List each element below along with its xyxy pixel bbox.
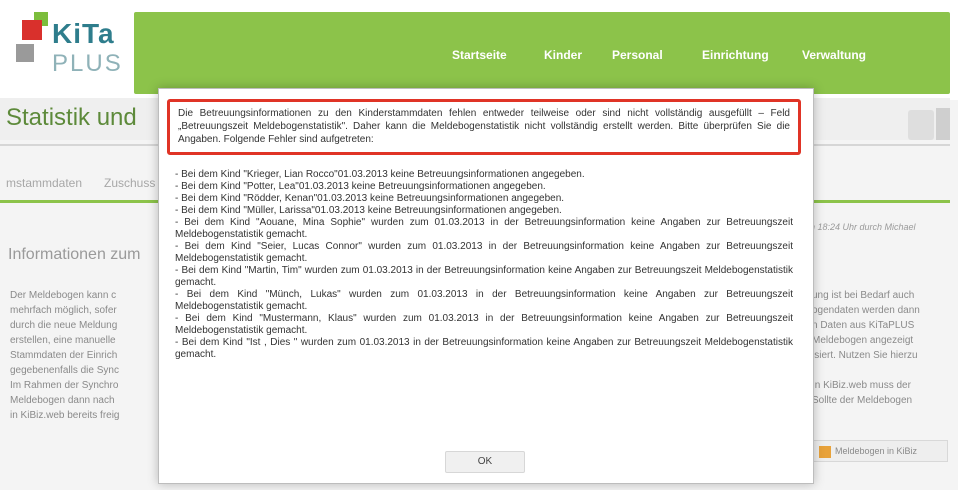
error-summary-box: Die Betreuungsinformationen zu den Kinde… [167,99,801,155]
error-item: - Bei dem Kind "Seier, Lucas Connor" wur… [175,241,793,264]
last-updated-note: n 18:24 Uhr durch Michael [810,222,916,232]
nav-verwaltung[interactable]: Verwaltung [802,48,866,62]
logo-square-red [22,20,42,40]
error-item: - Bei dem Kind "Martin, Tim" wurden zum … [175,265,793,288]
kitaplus-logo[interactable]: KiTa PLUS [8,12,130,82]
error-item: - Bei dem Kind "Ist , Dies " wurden zum … [175,337,793,360]
info-line: isiert. Nutzen Sie hierzu [812,350,918,361]
document-icon[interactable] [908,110,934,140]
error-list: - Bei dem Kind "Krieger, Lian Rocco"01.0… [175,169,793,361]
error-item: - Bei dem Kind "Rödder, Kenan"01.03.2013… [175,193,565,204]
info-line: ogendaten werden dann [812,305,920,316]
info-line: in KiBiz.web bereits freig [10,410,120,421]
error-item: - Bei dem Kind "Krieger, Lian Rocco"01.0… [175,169,585,180]
error-summary-text: Die Betreuungsinformationen zu den Kinde… [178,108,790,145]
logo-text-plus: PLUS [52,50,123,77]
info-line: durch die neue Meldung [10,320,118,331]
info-line: gegebenenfalls die Sync [10,365,119,376]
info-line [812,363,952,378]
app-window: KiTa PLUS Startseite Kinder Personal Ein… [0,0,958,490]
info-line: Der Meldebogen kann c [10,290,117,301]
tab-stammdaten[interactable]: mstammdaten [6,176,82,190]
nav-kinder[interactable]: Kinder [544,48,582,62]
info-line: n Daten aus KiTaPLUS [812,320,915,331]
ok-button[interactable]: OK [445,451,525,473]
info-line: Stammdaten der Einrich [10,350,118,361]
document-icon-edge [936,108,950,140]
meldebogen-kibiz-button[interactable]: Meldebogen in KiBiz [812,440,948,462]
error-item: - Bei dem Kind "Münch, Lukas" wurden zum… [175,289,793,312]
info-line: In KiBiz.web muss der [812,380,911,391]
page-title: Statistik und [6,104,137,131]
logo-square-gray [16,44,34,62]
error-item: - Bei dem Kind "Mustermann, Klaus" wurde… [175,313,793,336]
info-line: Sollte der Meldebogen [812,395,913,406]
nav-personal[interactable]: Personal [612,48,663,62]
info-line: Meldebogen dann nach [10,395,115,406]
error-item: - Bei dem Kind "Aouane, Mina Sophie" wur… [175,217,793,240]
info-line: erstellen, eine manuelle [10,335,116,346]
info-line: mehrfach möglich, sofer [10,305,117,316]
error-dialog: Die Betreuungsinformationen zu den Kinde… [158,88,814,484]
meldebogen-kibiz-label: Meldebogen in KiBiz [835,446,918,456]
error-item: - Bei dem Kind "Müller, Larissa"01.03.20… [175,205,562,216]
error-item: - Bei dem Kind "Potter, Lea"01.03.2013 k… [175,181,546,192]
nav-einrichtung[interactable]: Einrichtung [702,48,769,62]
info-text-right: ung ist bei Bedarf auch ogendaten werden… [812,288,952,408]
export-icon [819,445,831,458]
info-line: Meldebogen angezeigt [812,335,914,346]
tab-zuschuss[interactable]: Zuschuss [104,176,155,190]
info-text-left: Der Meldebogen kann c mehrfach möglich, … [10,288,170,423]
nav-startseite[interactable]: Startseite [452,48,507,62]
info-line: ung ist bei Bedarf auch [812,290,915,301]
info-line: Im Rahmen der Synchro [10,380,119,391]
logo-text-kita: KiTa [52,18,115,49]
header: KiTa PLUS Startseite Kinder Personal Ein… [0,0,958,100]
section-title: Informationen zum [8,246,141,263]
main-navigation: Startseite Kinder Personal Einrichtung V… [134,12,950,94]
